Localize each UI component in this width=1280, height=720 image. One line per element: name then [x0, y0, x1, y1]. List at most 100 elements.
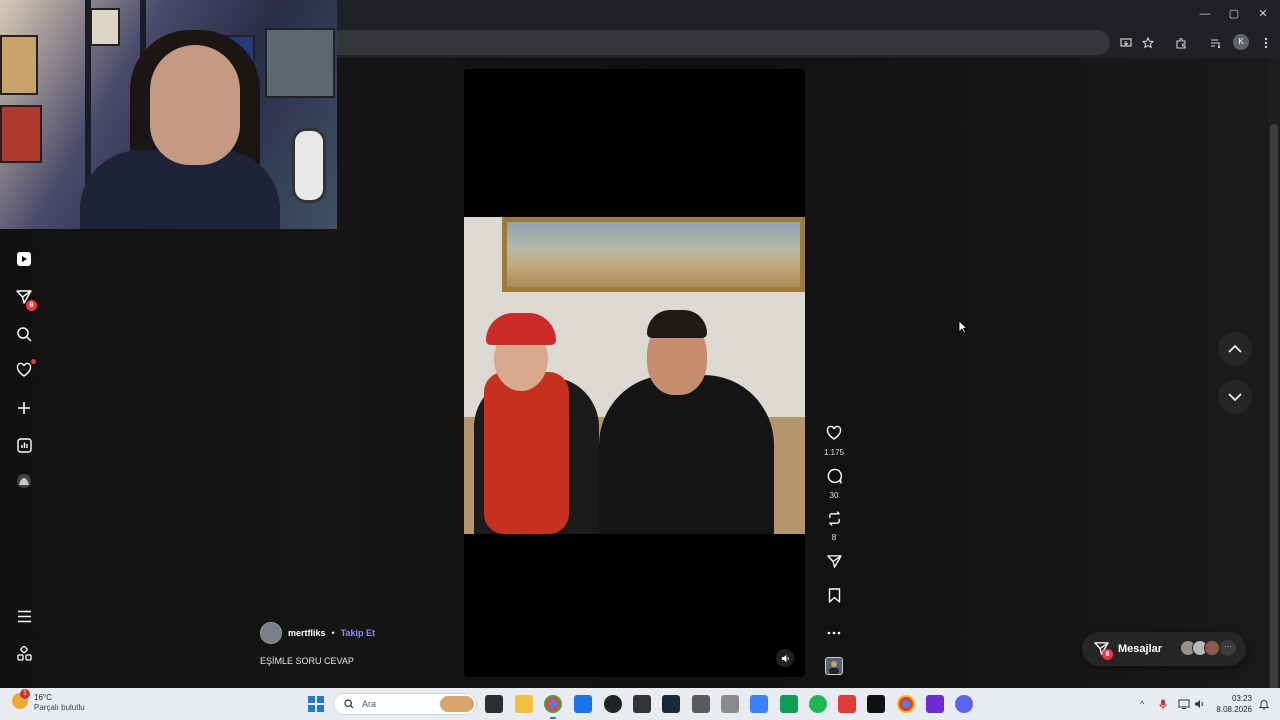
search-icon: [17, 327, 32, 342]
chevron-up-icon: [1228, 345, 1242, 353]
sidebar-item-more[interactable]: [12, 604, 36, 628]
app-icon[interactable]: [574, 695, 592, 713]
app-icon[interactable]: [838, 695, 856, 713]
wall-painting: [502, 217, 805, 292]
steam-icon[interactable]: [662, 695, 680, 713]
man-hair: [647, 310, 707, 338]
volume-icon[interactable]: [1192, 697, 1206, 711]
sidebar-item-create[interactable]: [12, 396, 36, 420]
poster: [90, 8, 120, 46]
clock-time: 03:23: [1231, 694, 1252, 703]
previous-reel-button[interactable]: [1218, 332, 1252, 366]
sidebar-item-notifications[interactable]: [12, 358, 36, 382]
close-button[interactable]: ✕: [1253, 6, 1273, 22]
file-explorer-icon[interactable]: [515, 695, 533, 713]
weather-widget[interactable]: 1 16°C Parçalı bulutlu: [12, 689, 85, 713]
search-placeholder: Ara: [362, 699, 377, 709]
app-icon[interactable]: [867, 695, 885, 713]
repost-icon: [828, 511, 840, 526]
messages-badge: 8: [26, 300, 37, 311]
sidebar-item-also-from-meta[interactable]: [12, 641, 36, 665]
spotify-icon[interactable]: [809, 695, 827, 713]
repost-button[interactable]: 8: [820, 511, 848, 542]
poster: [0, 35, 38, 95]
avatar: [1204, 640, 1220, 656]
streamer-face: [150, 45, 240, 165]
speaker-icon: [781, 654, 789, 662]
audio-avatar[interactable]: [825, 657, 843, 675]
red-hat: [486, 313, 556, 345]
calculator-icon[interactable]: [692, 695, 710, 713]
install-app-icon[interactable]: [1118, 35, 1134, 51]
webcam-overlay: [0, 0, 337, 229]
taskbar: 1 16°C Parçalı bulutlu Ara ^ 03:23 8.08.…: [0, 688, 1280, 720]
bookmark-star-icon[interactable]: [1140, 35, 1156, 51]
avatar: [17, 474, 31, 488]
scrollbar-thumb[interactable]: [1270, 124, 1278, 720]
browser-menu-icon[interactable]: [1258, 35, 1274, 51]
profile-avatar[interactable]: K: [1233, 34, 1249, 50]
man-figure: [599, 375, 774, 534]
messages-button[interactable]: 8 Mesajlar ···: [1082, 632, 1246, 666]
scrollbar[interactable]: [1268, 58, 1280, 720]
save-button[interactable]: [820, 588, 848, 608]
next-reel-button[interactable]: [1218, 380, 1252, 414]
snipping-tool-icon[interactable]: [750, 695, 768, 713]
discord-icon[interactable]: [955, 695, 973, 713]
heart-icon: [16, 362, 32, 377]
reel-author: mertfliks • Takip Et: [260, 622, 375, 644]
author-avatar[interactable]: [260, 622, 282, 644]
weather-icon: 1: [12, 689, 30, 709]
share-button[interactable]: [820, 554, 848, 574]
reels-icon: [17, 252, 31, 266]
app-icon[interactable]: [721, 695, 739, 713]
microphone: [292, 128, 326, 203]
send-icon: 8: [1094, 641, 1113, 660]
notification-bell-icon[interactable]: [1257, 697, 1271, 711]
grid-icon: [16, 645, 32, 661]
more-options-button[interactable]: [820, 622, 848, 640]
sidebar-item-reels[interactable]: [12, 247, 36, 271]
network-icon[interactable]: [1177, 697, 1191, 711]
chrome-icon[interactable]: [544, 695, 562, 713]
message-avatars: ···: [1180, 640, 1236, 656]
obs-icon[interactable]: [604, 695, 622, 713]
task-view-icon[interactable]: [485, 695, 503, 713]
follow-button[interactable]: Takip Et: [341, 628, 375, 638]
comment-icon: [827, 468, 843, 484]
sidebar-item-search[interactable]: [12, 322, 36, 346]
messages-label: Mesajlar: [1118, 643, 1163, 655]
reel-video[interactable]: [464, 69, 805, 677]
taskbar-search[interactable]: Ara: [333, 693, 477, 715]
author-name[interactable]: mertfliks: [288, 628, 326, 638]
active-app-indicator: [550, 717, 556, 719]
media-control-icon[interactable]: [1208, 35, 1224, 51]
microphone-icon[interactable]: [1156, 697, 1170, 711]
comment-button[interactable]: 30: [820, 468, 848, 500]
send-icon: [826, 555, 842, 568]
like-button[interactable]: 1.175: [820, 425, 848, 457]
extensions-icon[interactable]: [1173, 35, 1189, 51]
search-highlight-image: [440, 696, 474, 712]
app-icon[interactable]: [926, 695, 944, 713]
chevron-up-icon[interactable]: ^: [1135, 697, 1149, 711]
sidebar-item-messages[interactable]: 8: [12, 285, 37, 311]
sidebar-item-profile[interactable]: [12, 469, 36, 493]
app-icon[interactable]: [633, 695, 651, 713]
weather-temperature: 16°C: [34, 693, 52, 702]
notification-dot: [31, 359, 36, 364]
minimize-button[interactable]: —: [1195, 6, 1215, 22]
mute-button[interactable]: [776, 649, 794, 667]
reel-caption: EŞİMLE SORU CEVAP: [260, 656, 354, 666]
start-button[interactable]: [308, 696, 324, 712]
chrome-profile-icon[interactable]: [897, 695, 915, 713]
maximize-button[interactable]: ▢: [1224, 6, 1244, 22]
comment-count: 30: [829, 491, 839, 500]
system-clock[interactable]: 03:23 8.08.2026: [1212, 693, 1252, 715]
search-icon: [344, 699, 354, 709]
sidebar-item-dashboard[interactable]: [12, 433, 36, 457]
poster: [265, 28, 335, 98]
screen: — ▢ ✕ K 8 1.175 30 8 mertfliks • Takip E…: [0, 0, 1280, 720]
chart-icon: [16, 437, 32, 453]
app-icon[interactable]: [780, 695, 798, 713]
